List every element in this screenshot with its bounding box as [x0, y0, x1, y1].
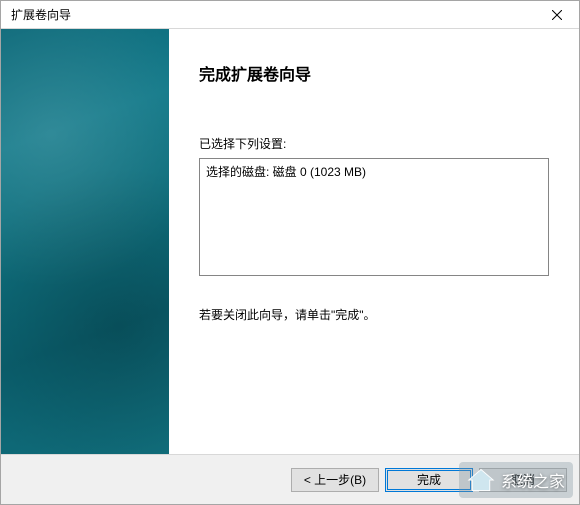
wizard-content: 完成扩展卷向导 已选择下列设置: 选择的磁盘: 磁盘 0 (1023 MB) 若… — [169, 29, 579, 454]
wizard-window: 扩展卷向导 完成扩展卷向导 已选择下列设置: 选择的磁盘: 磁盘 0 (1023… — [0, 0, 580, 505]
wizard-body: 完成扩展卷向导 已选择下列设置: 选择的磁盘: 磁盘 0 (1023 MB) 若… — [1, 29, 579, 454]
wizard-heading: 完成扩展卷向导 — [199, 61, 549, 85]
titlebar: 扩展卷向导 — [1, 1, 579, 29]
instruction-text: 若要关闭此向导，请单击"完成"。 — [199, 306, 549, 323]
back-button[interactable]: < 上一步(B) — [291, 468, 379, 492]
settings-item: 选择的磁盘: 磁盘 0 (1023 MB) — [206, 163, 542, 180]
settings-label: 已选择下列设置: — [199, 135, 549, 152]
settings-list: 选择的磁盘: 磁盘 0 (1023 MB) — [199, 158, 549, 276]
close-button[interactable] — [535, 1, 579, 29]
window-title: 扩展卷向导 — [11, 6, 71, 23]
wizard-footer: < 上一步(B) 完成 取消 系统之家 — [1, 454, 579, 504]
finish-button[interactable]: 完成 — [385, 468, 473, 492]
close-icon — [552, 10, 562, 20]
cancel-button[interactable]: 取消 — [479, 468, 567, 492]
wizard-sidebar-image — [1, 29, 169, 454]
